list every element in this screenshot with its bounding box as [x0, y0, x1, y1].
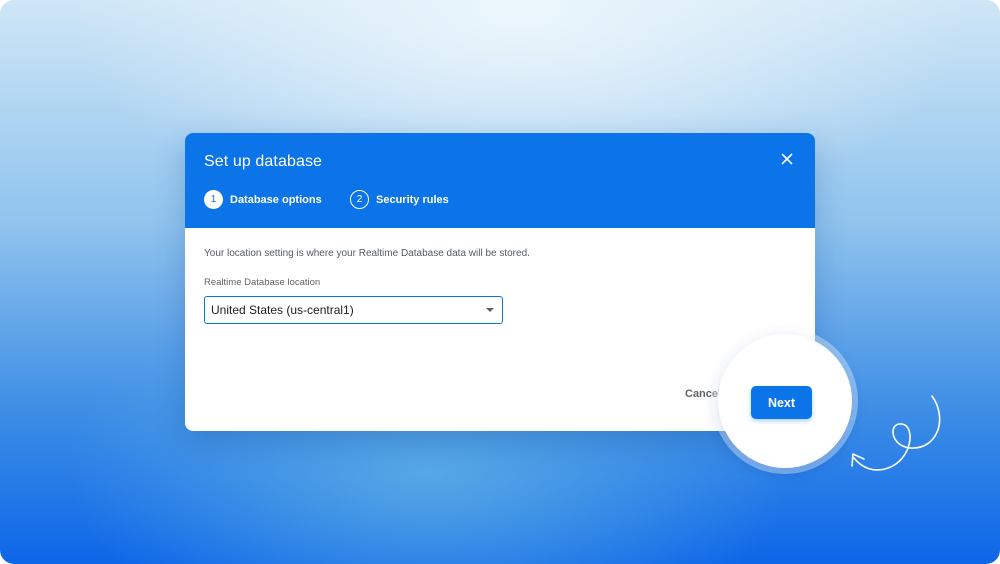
dialog-header: Set up database 1 Database options 2 Sec…: [185, 133, 815, 228]
background: Set up database 1 Database options 2 Sec…: [0, 0, 1000, 564]
step-security-rules: 2 Security rules: [350, 190, 449, 209]
step-2-label: Security rules: [376, 193, 449, 206]
dialog-title: Set up database: [204, 153, 323, 170]
cancel-button[interactable]: Cancel: [685, 388, 721, 400]
step-2-number: 2: [350, 190, 369, 209]
step-1-number: 1: [204, 190, 223, 209]
curly-arrow-icon: [851, 395, 941, 471]
dropdown-arrow-icon: [486, 308, 494, 312]
next-button[interactable]: Next: [751, 386, 812, 419]
location-select[interactable]: United States (us-central1): [204, 296, 503, 324]
step-1-label: Database options: [230, 193, 322, 206]
close-icon[interactable]: [779, 151, 795, 167]
step-database-options: 1 Database options: [204, 190, 322, 209]
location-description: Your location setting is where your Real…: [204, 248, 530, 259]
location-select-value: United States (us-central1): [211, 303, 354, 317]
location-field-label: Realtime Database location: [204, 277, 321, 288]
